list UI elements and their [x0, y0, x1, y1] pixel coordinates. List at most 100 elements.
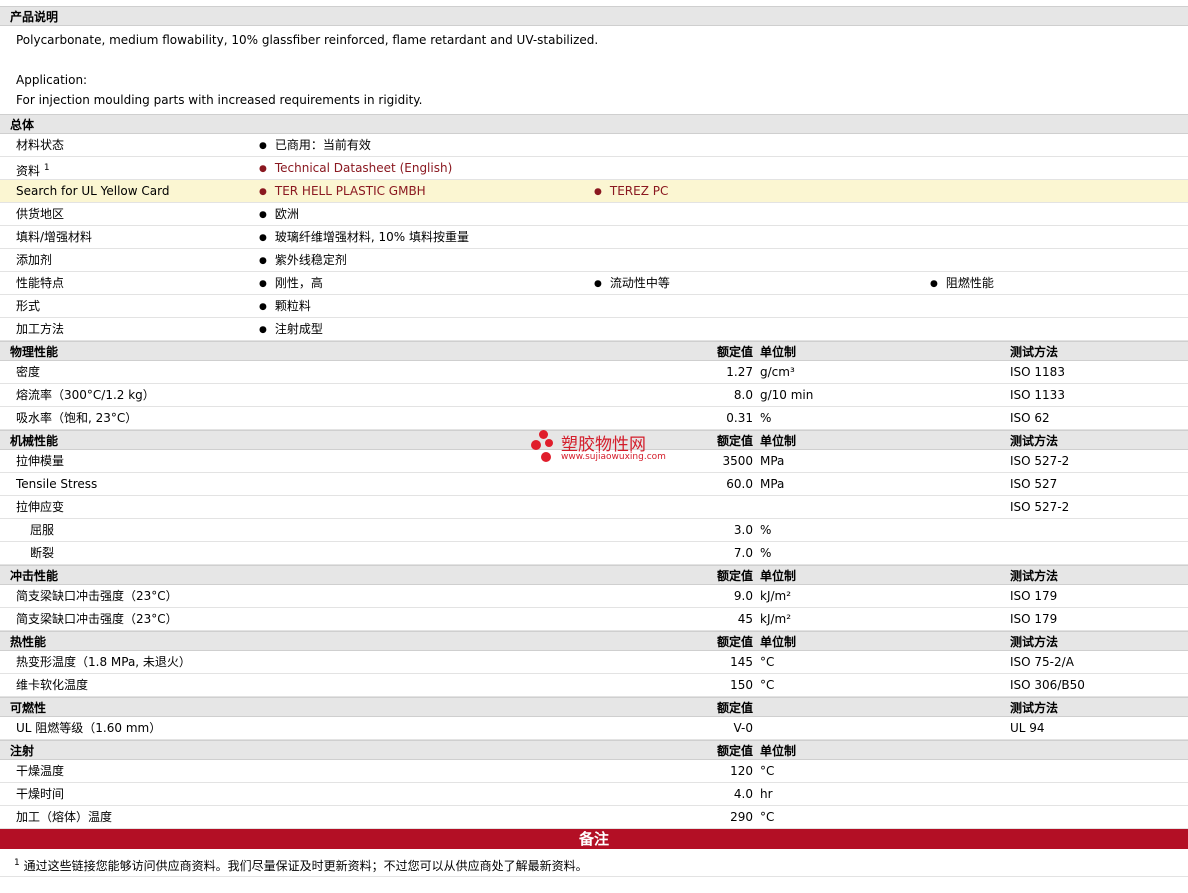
- footnote-text: 通过这些链接您能够访问供应商资料。我们尽量保证及时更新资料；不过您可以从供应商处…: [23, 859, 588, 873]
- property-value: 60.0: [726, 477, 753, 491]
- property-value: 45: [737, 612, 753, 626]
- property-label: UL 阻燃等级（1.60 mm）: [16, 721, 162, 735]
- col-header-value: 额定值: [716, 434, 753, 448]
- row-label: 形式: [16, 299, 41, 313]
- col-header-value: 额定值: [716, 345, 753, 359]
- property-value: 3.0: [733, 523, 753, 537]
- row-label: 添加剂: [16, 253, 53, 267]
- row-label: Search for UL Yellow Card: [16, 184, 170, 198]
- ul-link-supplier[interactable]: TER HELL PLASTIC GMBH: [259, 180, 426, 205]
- col-header-unit: 单位制: [760, 744, 797, 758]
- col-header-value: 额定值: [716, 569, 753, 583]
- property-label: 熔流率（300°C/1.2 kg）: [16, 388, 155, 402]
- section-title: 注射: [10, 744, 35, 758]
- col-header-value: 额定值: [716, 701, 753, 715]
- property-value: 0.31: [726, 411, 753, 425]
- section-title: 冲击性能: [10, 569, 59, 583]
- row-features: 性能特点 刚性，高 流动性中等 阻燃性能: [0, 272, 1188, 295]
- property-value: 9.0: [733, 589, 753, 603]
- property-label: 断裂: [30, 546, 55, 560]
- col-header-unit: 单位制: [760, 345, 797, 359]
- property-unit: MPa: [760, 454, 785, 468]
- property-value: V-0: [733, 721, 753, 735]
- section-header-general: 总体: [0, 114, 1188, 134]
- row-label: 填料/增强材料: [16, 230, 93, 244]
- section-title: 物理性能: [10, 345, 59, 359]
- row-value: 注射成型: [259, 318, 323, 343]
- property-row: 吸水率（饱和, 23°C） 0.31% ISO 62: [0, 407, 1188, 430]
- property-test: ISO 1133: [1010, 388, 1065, 402]
- property-label: 吸水率（饱和, 23°C）: [16, 411, 138, 425]
- product-description: Polycarbonate, medium flowability, 10% g…: [0, 26, 1188, 114]
- footnote: 1 通过这些链接您能够访问供应商资料。我们尽量保证及时更新资料；不过您可以从供应…: [0, 849, 1188, 877]
- property-value: 120: [730, 764, 753, 778]
- property-label: 干燥温度: [16, 764, 65, 778]
- watermark-url: www.sujiaowuxing.com: [561, 452, 666, 462]
- property-unit: kJ/m²: [760, 612, 792, 626]
- property-label: 干燥时间: [16, 787, 65, 801]
- source-label-text: 资料: [16, 164, 41, 178]
- property-row: 加工（熔体）温度 290 °C: [0, 806, 1188, 829]
- property-unit: g/cm³: [760, 365, 795, 379]
- section-header-physical: 物理性能 额定值 单位制 测试方法: [0, 341, 1188, 361]
- watermark-logo: 塑胶物性网 www.sujiaowuxing.com: [531, 430, 671, 470]
- row-filler: 填料/增强材料 玻璃纤维增强材料, 10% 填料按重量: [0, 226, 1188, 249]
- property-unit: g/10 min: [760, 388, 814, 402]
- property-unit: kJ/m²: [760, 589, 792, 603]
- row-value: 刚性，高: [259, 272, 323, 297]
- row-value: 已商用：当前有效: [259, 134, 371, 159]
- property-row: 屈服 3.0%: [0, 519, 1188, 542]
- logo-dot: [531, 440, 541, 450]
- property-test: ISO 527-2: [1010, 454, 1070, 468]
- property-unit: %: [760, 411, 772, 425]
- row-value: 流动性中等: [594, 272, 670, 297]
- row-value: 玻璃纤维增强材料, 10% 填料按重量: [259, 226, 469, 251]
- property-unit: hr: [760, 787, 773, 801]
- property-row: 干燥时间 4.0 hr: [0, 783, 1188, 806]
- property-unit: °C: [760, 655, 775, 669]
- section-header-thermal: 热性能 额定值 单位制 测试方法: [0, 631, 1188, 651]
- row-region: 供货地区 欧洲: [0, 203, 1188, 226]
- row-value: 紫外线稳定剂: [259, 249, 347, 274]
- property-test: ISO 179: [1010, 612, 1058, 626]
- col-header-unit: 单位制: [760, 434, 797, 448]
- row-source: 资料 1 Technical Datasheet (English): [0, 157, 1188, 180]
- property-row: 拉伸应变 ISO 527-2: [0, 496, 1188, 519]
- property-value: 7.0: [733, 546, 753, 560]
- property-label: 拉伸应变: [16, 500, 65, 514]
- row-label: 材料状态: [16, 138, 65, 152]
- section-header-impact: 冲击性能 额定值 单位制 测试方法: [0, 565, 1188, 585]
- row-ul-yellow-card: Search for UL Yellow Card TER HELL PLASTI…: [0, 180, 1188, 203]
- property-row: 简支梁缺口冲击强度（23°C） 9.0 kJ/m² ISO 179: [0, 585, 1188, 608]
- property-row: Tensile Stress 60.0 MPa ISO 527: [0, 473, 1188, 496]
- col-header-test: 测试方法: [1010, 701, 1059, 715]
- row-additive: 添加剂 紫外线稳定剂: [0, 249, 1188, 272]
- col-header-test: 测试方法: [1010, 635, 1059, 649]
- footnote-number: 1: [14, 858, 20, 868]
- property-label: 维卡软化温度: [16, 678, 89, 692]
- col-header-test: 测试方法: [1010, 434, 1059, 448]
- property-value: 145: [730, 655, 753, 669]
- property-value: 3500: [722, 454, 753, 468]
- application-label: Application:: [16, 73, 88, 87]
- col-header-unit: 单位制: [760, 569, 797, 583]
- property-unit: °C: [760, 678, 775, 692]
- property-label: 加工（熔体）温度: [16, 810, 113, 824]
- property-label: 简支梁缺口冲击强度（23°C）: [16, 589, 178, 603]
- property-unit: °C: [760, 810, 775, 824]
- row-label: 供货地区: [16, 207, 65, 221]
- datasheet-link[interactable]: Technical Datasheet (English): [259, 157, 452, 182]
- logo-dot: [539, 430, 548, 439]
- property-label: Tensile Stress: [16, 477, 98, 491]
- notes-header: 备注: [0, 829, 1188, 849]
- property-test: ISO 527: [1010, 477, 1058, 491]
- property-row: 密度 1.27 g/cm³ ISO 1183: [0, 361, 1188, 384]
- property-unit: MPa: [760, 477, 785, 491]
- property-label: 简支梁缺口冲击强度（23°C）: [16, 612, 178, 626]
- section-header-flammability: 可燃性 额定值 测试方法: [0, 697, 1188, 717]
- property-row: 干燥温度 120 °C: [0, 760, 1188, 783]
- section-header-description: 产品说明: [0, 6, 1188, 26]
- ul-link-product[interactable]: TEREZ PC: [594, 180, 668, 205]
- col-header-value: 额定值: [716, 744, 753, 758]
- application-text: For injection moulding parts with increa…: [16, 93, 423, 107]
